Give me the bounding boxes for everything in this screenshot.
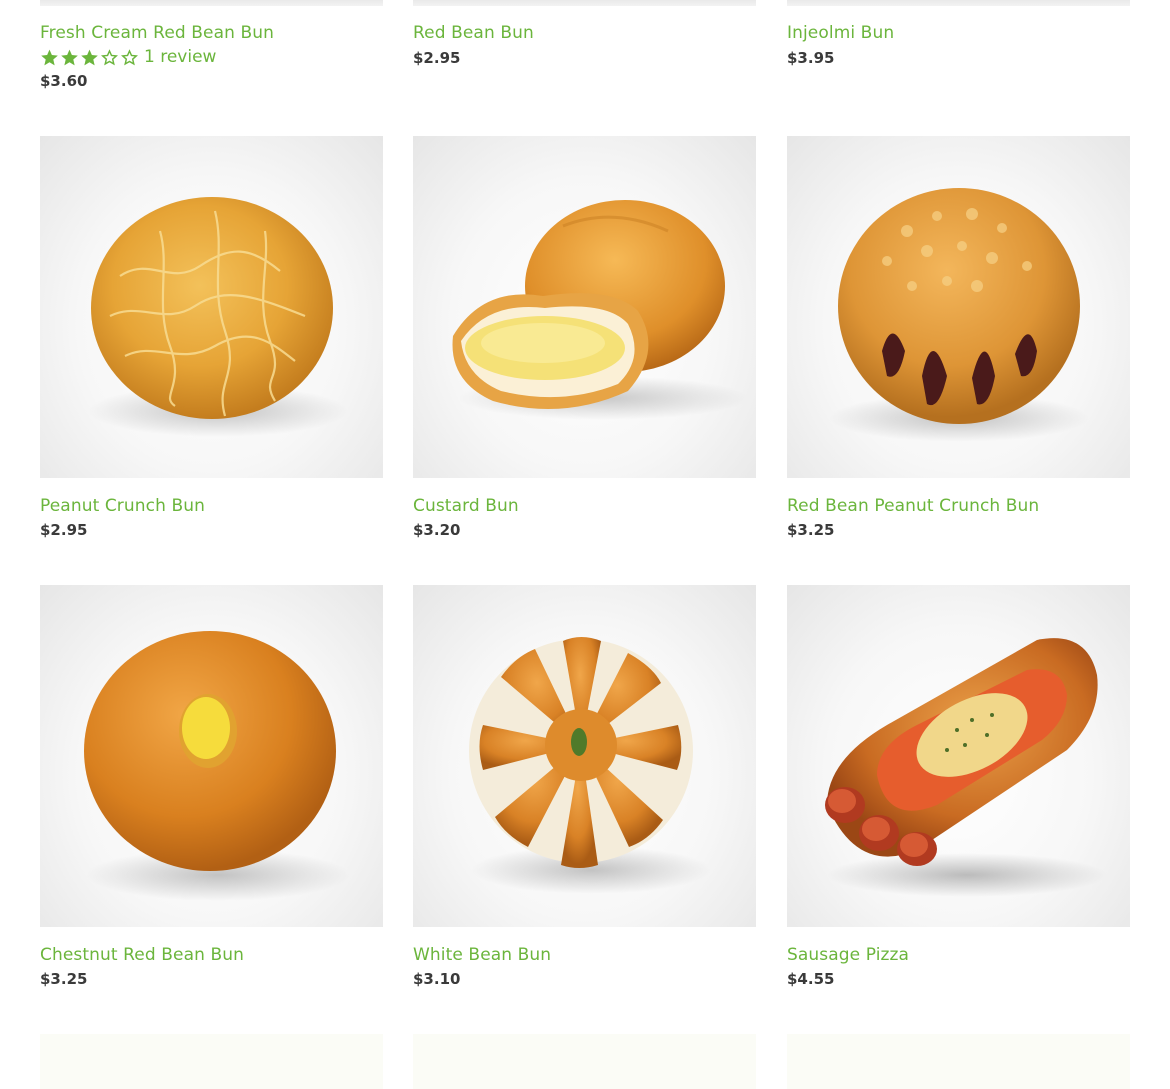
product-card-red-bean-peanut-crunch-bun[interactable]: Red Bean Peanut Crunch Bun $3.25 xyxy=(787,136,1130,546)
product-grid-page: Fresh Cream Red Bean Bun 1 review $3.60 … xyxy=(0,0,1170,1089)
product-image[interactable] xyxy=(413,136,756,478)
product-price: $3.10 xyxy=(413,970,461,988)
star-filled-icon xyxy=(81,49,98,65)
product-image[interactable] xyxy=(40,585,383,927)
product-image-partial[interactable] xyxy=(413,1034,756,1089)
product-price: $3.60 xyxy=(40,72,88,90)
product-image[interactable] xyxy=(413,585,756,927)
star-filled-icon xyxy=(41,49,58,65)
star-filled-icon xyxy=(61,49,78,65)
product-image-edge[interactable] xyxy=(787,0,1130,6)
product-image-edge[interactable] xyxy=(40,0,383,6)
product-card-chestnut-red-bean-bun[interactable]: Chestnut Red Bean Bun $3.25 xyxy=(40,585,383,995)
product-title[interactable]: Injeolmi Bun xyxy=(787,23,894,43)
product-title[interactable]: White Bean Bun xyxy=(413,945,551,965)
product-image-partial[interactable] xyxy=(787,1034,1130,1089)
product-price: $4.55 xyxy=(787,970,835,988)
product-title[interactable]: Sausage Pizza xyxy=(787,945,909,965)
product-title[interactable]: Red Bean Bun xyxy=(413,23,534,43)
product-price: $3.20 xyxy=(413,521,461,539)
product-rating: 1 review xyxy=(40,47,216,67)
product-image[interactable] xyxy=(787,585,1130,927)
product-card-peanut-crunch-bun[interactable]: Peanut Crunch Bun $2.95 xyxy=(40,136,383,546)
white-bean-bun-photo xyxy=(469,637,711,894)
product-title[interactable]: Peanut Crunch Bun xyxy=(40,496,205,516)
product-card-fresh-cream-red-bean-bun[interactable]: Fresh Cream Red Bean Bun 1 review $3.60 xyxy=(40,0,383,100)
peanut-crunch-bun-photo xyxy=(88,197,348,437)
product-price: $3.95 xyxy=(787,49,835,67)
star-empty-icon xyxy=(101,48,118,65)
product-price: $2.95 xyxy=(40,521,88,539)
product-price: $3.25 xyxy=(40,970,88,988)
product-title[interactable]: Custard Bun xyxy=(413,496,519,516)
product-title[interactable]: Fresh Cream Red Bean Bun xyxy=(40,23,274,43)
chestnut-red-bean-bun-photo xyxy=(84,631,350,901)
product-image-edge[interactable] xyxy=(413,0,756,6)
product-card-custard-bun[interactable]: Custard Bun $3.20 xyxy=(413,136,756,546)
star-empty-icon xyxy=(121,48,138,65)
product-image-partial[interactable] xyxy=(40,1034,383,1089)
red-bean-peanut-crunch-bun-photo xyxy=(829,188,1089,442)
product-title[interactable]: Red Bean Peanut Crunch Bun xyxy=(787,496,1039,516)
product-image[interactable] xyxy=(40,136,383,478)
product-price: $3.25 xyxy=(787,521,835,539)
product-card-sausage-pizza[interactable]: Sausage Pizza $4.55 xyxy=(787,585,1130,995)
product-card-red-bean-bun[interactable]: Red Bean Bun $2.95 xyxy=(413,0,756,80)
product-image[interactable] xyxy=(787,136,1130,478)
product-title[interactable]: Chestnut Red Bean Bun xyxy=(40,945,244,965)
product-card-white-bean-bun[interactable]: White Bean Bun $3.10 xyxy=(413,585,756,995)
product-price: $2.95 xyxy=(413,49,461,67)
review-count[interactable]: 1 review xyxy=(144,47,216,67)
product-card-injeolmi-bun[interactable]: Injeolmi Bun $3.95 xyxy=(787,0,1130,80)
custard-bun-photo xyxy=(452,200,748,420)
sausage-pizza-photo xyxy=(825,638,1107,897)
